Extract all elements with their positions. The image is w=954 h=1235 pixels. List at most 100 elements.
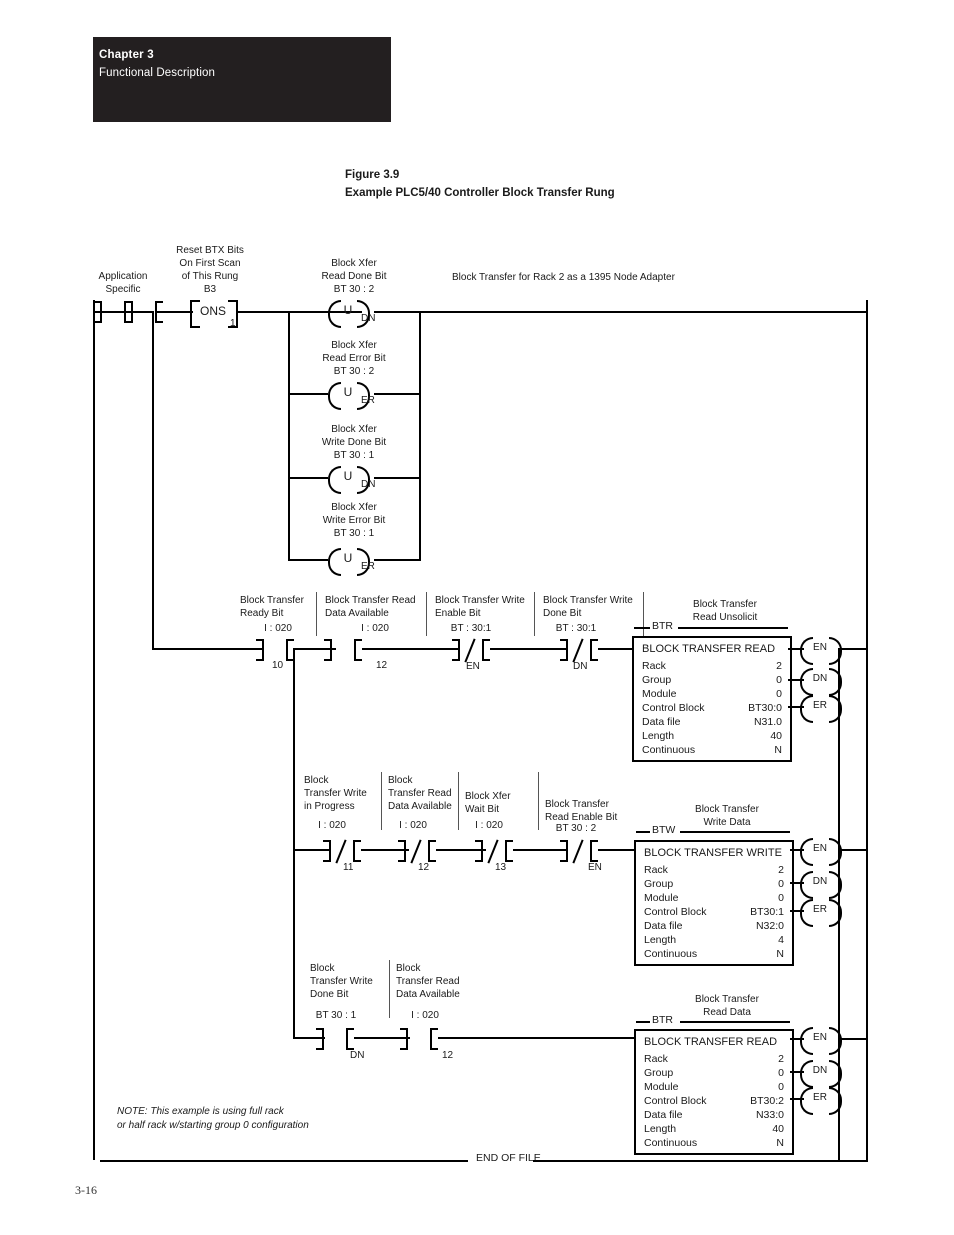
rung4-block-tag-line-l bbox=[636, 1021, 650, 1023]
instr-row-value: N33:0 bbox=[755, 1109, 784, 1121]
rung3-block-tag-line-l bbox=[636, 831, 650, 833]
instr-row-label: Data file bbox=[642, 716, 681, 728]
rung1-coil-write-done-unlatch[interactable]: U DN bbox=[328, 466, 375, 494]
rung3-contact1-address: I : 020 bbox=[318, 820, 346, 831]
rung4-block-transfer-read-instruction[interactable]: BLOCK TRANSFER READ Rack 2 Group 0 Modul… bbox=[634, 1029, 794, 1155]
end-of-file-label: END OF FILE bbox=[470, 1152, 547, 1164]
rung4-entry-wire bbox=[293, 1037, 325, 1039]
rung3-contact4-label: Block Transfer Read Enable Bit bbox=[545, 799, 618, 823]
rung3-label-separator-2 bbox=[458, 772, 459, 830]
rung4-contact2-bit: 12 bbox=[442, 1050, 454, 1061]
rung2-contact3-label: Block Transfer Write Enable Bit bbox=[435, 595, 525, 619]
instr-row-value: 2 bbox=[778, 864, 784, 876]
rung3-label-separator-1 bbox=[381, 772, 382, 830]
rung3-block-tag-line-r bbox=[680, 831, 790, 833]
rung2-contact-btw-enable-bit[interactable] bbox=[452, 639, 490, 661]
rung3-contact1-label: Block Transfer Write in Progress bbox=[304, 775, 367, 812]
rung4-output-coil-en[interactable]: EN bbox=[800, 1027, 842, 1055]
rung2-contact-btw-done-bit[interactable] bbox=[560, 639, 598, 661]
rung3-contact-btr-data-available[interactable] bbox=[398, 840, 436, 862]
rung2-output-coil-dn[interactable]: DN bbox=[800, 668, 842, 696]
rung2-branch-entry-wire bbox=[152, 648, 262, 650]
instr-row-value: 40 bbox=[770, 730, 782, 742]
instruction-title: BLOCK TRANSFER READ bbox=[644, 1036, 778, 1048]
instr-row-value: 0 bbox=[776, 688, 782, 700]
rung2-contact2-address: I : 020 bbox=[361, 623, 389, 634]
coil-label: EN bbox=[813, 1032, 827, 1043]
instr-row-value: BT30:2 bbox=[750, 1095, 784, 1107]
rung3-wire-3 bbox=[513, 849, 568, 851]
rung1-coil-write-error-unlatch[interactable]: U ER bbox=[328, 548, 375, 576]
instruction-title: BLOCK TRANSFER WRITE bbox=[644, 847, 782, 859]
rung2-output-coil-er[interactable]: ER bbox=[800, 695, 842, 723]
rung3-output-coil-dn[interactable]: DN bbox=[800, 871, 842, 899]
instr-row-value: N bbox=[776, 1137, 784, 1149]
instr-row-value: BT30:1 bbox=[750, 906, 784, 918]
rung3-contact3-bit: 13 bbox=[495, 862, 507, 873]
rung3-block-transfer-write-instruction[interactable]: BLOCK TRANSFER WRITE Rack 2 Group 0 Modu… bbox=[634, 840, 794, 966]
instr-row-label: Control Block bbox=[644, 906, 707, 918]
rung2-contact2-bit: 12 bbox=[376, 660, 388, 671]
rung3-output-coil-er[interactable]: ER bbox=[800, 899, 842, 927]
rung4-output-coil-dn[interactable]: DN bbox=[800, 1060, 842, 1088]
instr-row-label: Control Block bbox=[644, 1095, 707, 1107]
rung3-contact2-bit: 12 bbox=[418, 862, 430, 873]
rung1-contact2-label: Reset BTX Bits On First Scan of This Run… bbox=[165, 244, 255, 296]
rung4-contact2-address: I : 020 bbox=[411, 1010, 439, 1021]
rung4-contact1-label: Block Transfer Write Done Bit bbox=[310, 963, 373, 1000]
rung1-coil2-comment: Block Xfer Read Error Bit BT 30 : 2 bbox=[322, 340, 386, 377]
rung4-contact1-address: BT 30 : 1 bbox=[315, 1010, 357, 1021]
rung3-contact-btr-enable-bit[interactable] bbox=[560, 840, 598, 862]
rung4-block-tag: BTR bbox=[652, 1014, 673, 1026]
instr-row-label: Rack bbox=[644, 864, 668, 876]
rung1-contact-application-specific[interactable] bbox=[94, 301, 132, 323]
instr-row-label: Continuous bbox=[642, 744, 696, 756]
rung3-contact-block-xfer-wait-bit[interactable] bbox=[475, 840, 513, 862]
coil-tag: DN bbox=[361, 313, 376, 324]
coil-label: ER bbox=[813, 904, 827, 915]
rung2-contact4-label: Block Transfer Write Done Bit bbox=[543, 595, 633, 619]
rung2-contact1-bit: 10 bbox=[272, 660, 284, 671]
coil-tag: DN bbox=[361, 479, 376, 490]
rung2-block-transfer-read-instruction[interactable]: BLOCK TRANSFER READ Rack 2 Group 0 Modul… bbox=[632, 636, 792, 762]
instr-row-label: Module bbox=[642, 688, 677, 700]
instr-row-value: BT30:0 bbox=[748, 702, 782, 714]
instr-row-label: Module bbox=[644, 1081, 679, 1093]
rung1-coil3-wire-r bbox=[374, 477, 420, 479]
rung4-wire-1 bbox=[354, 1037, 410, 1039]
rung1-coil2-wire-l bbox=[288, 393, 328, 395]
instr-row-label: Length bbox=[642, 730, 675, 742]
rung2-contact-btr-data-available[interactable] bbox=[324, 639, 362, 661]
end-of-file-line-left bbox=[100, 1160, 468, 1162]
rung4-output-coil-er[interactable]: ER bbox=[800, 1087, 842, 1115]
rung3-output-coil-en[interactable]: EN bbox=[800, 838, 842, 866]
rung2-block-tag-line-r bbox=[678, 627, 788, 629]
ladder-diagram: Block Transfer for Rack 2 as a 1395 Node… bbox=[0, 0, 954, 1235]
rung2-contact-bt-ready-bit[interactable] bbox=[256, 639, 294, 661]
instruction-title: BLOCK TRANSFER READ bbox=[642, 643, 776, 655]
rung2-en-wire-r bbox=[838, 648, 868, 650]
coil-label: EN bbox=[813, 642, 827, 653]
rung1-coil4-wire-l bbox=[288, 559, 328, 561]
rung4-contact-btr-data-available[interactable] bbox=[400, 1028, 438, 1050]
rung4-block-tag-line-r bbox=[680, 1021, 790, 1023]
rung2-to-rung3-branch bbox=[293, 648, 295, 851]
page-number: 3-16 bbox=[75, 1183, 97, 1197]
rung4-contact-btw-done-bit[interactable] bbox=[316, 1028, 354, 1050]
rung1-coil-read-error-unlatch[interactable]: U ER bbox=[328, 382, 375, 410]
rung1-coil3-comment: Block Xfer Write Done Bit BT 30 : 1 bbox=[321, 424, 387, 461]
rung3-contact3-label: Block Xfer Wait Bit bbox=[465, 791, 511, 815]
rung2-contact4-bit: DN bbox=[573, 661, 588, 672]
instr-row-label: Control Block bbox=[642, 702, 705, 714]
rung3-contact-btw-in-progress[interactable] bbox=[323, 840, 361, 862]
rung2-output-coil-en[interactable]: EN bbox=[800, 637, 842, 665]
instr-row-value: 0 bbox=[778, 878, 784, 890]
rung1-coil-read-done-unlatch[interactable]: U DN bbox=[328, 300, 375, 328]
instr-row-value: N32:0 bbox=[755, 920, 784, 932]
coil-label: ER bbox=[813, 1092, 827, 1103]
rung3-contact4-bit: EN bbox=[588, 862, 602, 873]
coil-label: DN bbox=[812, 876, 828, 887]
coil-label: DN bbox=[812, 1065, 828, 1076]
rung2-contact3-address: BT : 30:1 bbox=[450, 623, 492, 634]
rung2-wire-3 bbox=[490, 648, 568, 650]
